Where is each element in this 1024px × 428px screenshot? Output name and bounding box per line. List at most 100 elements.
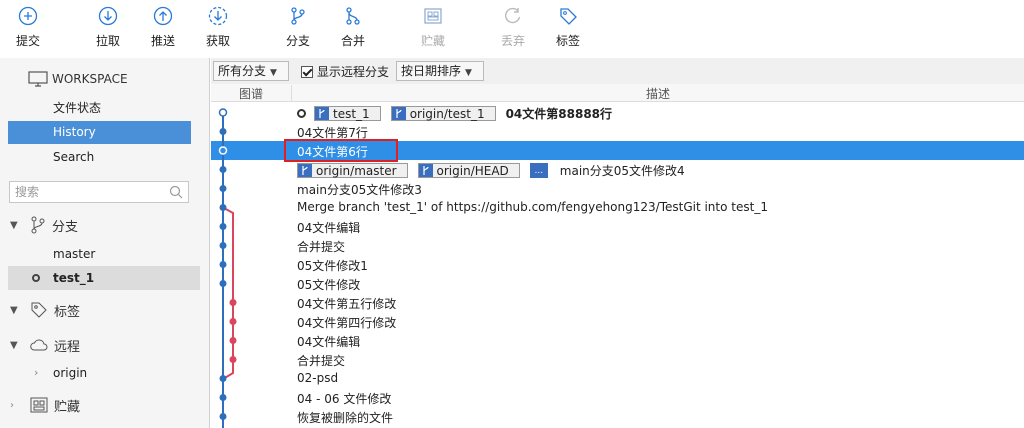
sidebar-item-file-status[interactable]: 文件状态 [8, 97, 191, 120]
fetch-icon [208, 6, 228, 26]
monitor-icon [28, 71, 48, 87]
branch-icon [315, 107, 329, 120]
section-branches[interactable]: ▼ 分支 [10, 213, 78, 237]
commit-row[interactable]: 04文件编辑 [211, 217, 1024, 236]
show-remote-checkbox[interactable]: 显示远程分支 [301, 63, 389, 80]
branch-tag[interactable]: origin/test_1 [390, 106, 496, 121]
sidebar-item-search[interactable]: Search [8, 146, 191, 169]
commit-message: 04 - 06 文件修改 [297, 392, 392, 406]
fetch-label: 获取 [205, 34, 230, 48]
commit-row[interactable]: 04文件第7行 [211, 122, 1024, 141]
arrow-up-circle-icon [153, 6, 173, 26]
branch-item-master[interactable]: master [8, 242, 200, 266]
chevron-right-icon: › [10, 399, 14, 411]
branch-filter-value: 所有分支 [218, 64, 267, 78]
plus-circle-icon [18, 6, 38, 26]
commit-row[interactable]: 04文件第四行修改 [211, 312, 1024, 331]
tag-icon [31, 302, 47, 318]
commit-message: main分支05文件修改4 [559, 164, 685, 178]
chevron-down-icon: ▼ [270, 68, 277, 78]
commit-message: 04文件第四行修改 [297, 316, 397, 330]
discard-button[interactable]: 丢弃 [493, 6, 533, 49]
branch-button[interactable]: 分支 [278, 6, 318, 49]
checkbox-checked-icon [301, 65, 313, 78]
commit-row[interactable]: origin/master origin/HEAD ... main分支05文件… [211, 160, 1024, 179]
sort-select[interactable]: 按日期排序 ▼ [396, 61, 484, 81]
commit-row[interactable]: 合并提交 [211, 236, 1024, 255]
branch-tag[interactable]: test_1 [314, 106, 381, 121]
column-graph[interactable]: 图谱 [211, 85, 291, 102]
remote-item-origin[interactable]: › origin [8, 361, 200, 385]
remote-item-label: origin [53, 366, 88, 380]
section-tags[interactable]: ▼ 标签 [10, 298, 80, 322]
branch-icon [418, 164, 433, 177]
toolbar: 提交 拉取 推送 获取 分支 合并 贮藏 丢弃 标签 [0, 0, 1024, 58]
commit-message: 合并提交 [297, 354, 346, 368]
branch-tag[interactable]: origin/HEAD [417, 163, 520, 178]
commit-row[interactable]: 05文件修改 [211, 274, 1024, 293]
branch-item-test-1[interactable]: test_1 [8, 266, 200, 290]
branches-label: 分支 [52, 219, 79, 235]
sidebar-item-history[interactable]: History [8, 121, 191, 144]
commit-row[interactable]: test_1 origin/test_1 04文件第88888行 [211, 103, 1024, 122]
chevron-down-icon: ▼ [10, 304, 18, 316]
chevron-right-icon: › [34, 366, 39, 379]
stash-icon [30, 397, 48, 413]
current-branch-icon [32, 274, 40, 282]
commit-message: 04文件第五行修改 [297, 297, 397, 311]
section-remotes[interactable]: ▼ 远程 [10, 333, 80, 357]
stash-button[interactable]: 贮藏 [413, 6, 453, 49]
tag-icon [560, 8, 577, 25]
sort-value: 按日期排序 [401, 64, 462, 78]
chevron-down-icon: ▼ [10, 219, 18, 231]
commit-row[interactable]: 04文件编辑 [211, 331, 1024, 350]
commit-row-selected[interactable]: 04文件第6行 [211, 141, 1024, 160]
section-stashes[interactable]: › 贮藏 [10, 393, 80, 417]
commit-row[interactable]: 02-psd [211, 369, 1024, 388]
branch-icon [391, 107, 406, 120]
pull-label: 拉取 [95, 34, 120, 48]
stashes-label: 贮藏 [54, 399, 81, 415]
commit-message: Merge branch 'test_1' of https://github.… [297, 200, 768, 214]
more-tags-button[interactable]: ... [529, 163, 548, 178]
pull-button[interactable]: 拉取 [88, 6, 128, 49]
commit-message: main分支05文件修改3 [297, 183, 422, 197]
tag-button[interactable]: 标签 [548, 6, 588, 49]
commit-row[interactable]: 恢复被删除的文件 [211, 407, 1024, 426]
branch-tag[interactable]: origin/master [297, 163, 408, 178]
commit-row[interactable]: 05文件修改1 [211, 255, 1024, 274]
commit-row[interactable]: 04文件第五行修改 [211, 293, 1024, 312]
commit-message: 05文件修改1 [297, 259, 368, 273]
branch-filter-select[interactable]: 所有分支 ▼ [213, 61, 289, 81]
commit-row[interactable]: 04 - 06 文件修改 [211, 388, 1024, 407]
stash-label: 贮藏 [420, 34, 445, 48]
commit-label: 提交 [15, 34, 40, 48]
merge-label: 合并 [340, 34, 365, 48]
fetch-button[interactable]: 获取 [198, 6, 238, 49]
tag-label: 标签 [555, 34, 580, 48]
commit-message: 02-psd [297, 371, 339, 385]
branch-icon [31, 216, 45, 234]
commit-row[interactable]: 合并提交 [211, 350, 1024, 369]
merge-button[interactable]: 合并 [333, 6, 373, 49]
search-input[interactable] [10, 182, 160, 202]
commit-list: test_1 origin/test_1 04文件第88888行 04文件第7行… [211, 103, 1024, 428]
discard-icon [504, 7, 521, 24]
commit-row[interactable]: main分支05文件修改3 [211, 179, 1024, 198]
commit-button[interactable]: 提交 [8, 6, 48, 49]
head-indicator-icon [297, 109, 306, 118]
commit-message: 04文件编辑 [297, 221, 361, 235]
chevron-down-icon: ▼ [465, 68, 472, 78]
commit-message: 05文件修改 [297, 278, 361, 292]
discard-label: 丢弃 [500, 34, 525, 48]
commit-row[interactable]: Merge branch 'test_1' of https://github.… [211, 198, 1024, 217]
branch-item-label: test_1 [53, 271, 95, 285]
tags-label: 标签 [54, 304, 81, 320]
commit-message: 04文件编辑 [297, 335, 361, 349]
commit-message: 合并提交 [297, 240, 346, 254]
column-description[interactable]: 描述 [291, 85, 1024, 102]
commit-message: 04文件第7行 [297, 126, 368, 140]
push-button[interactable]: 推送 [143, 6, 183, 49]
sidebar: WORKSPACE 文件状态 History Search ▼ 分支 maste… [0, 58, 210, 428]
arrow-down-circle-icon [98, 6, 118, 26]
